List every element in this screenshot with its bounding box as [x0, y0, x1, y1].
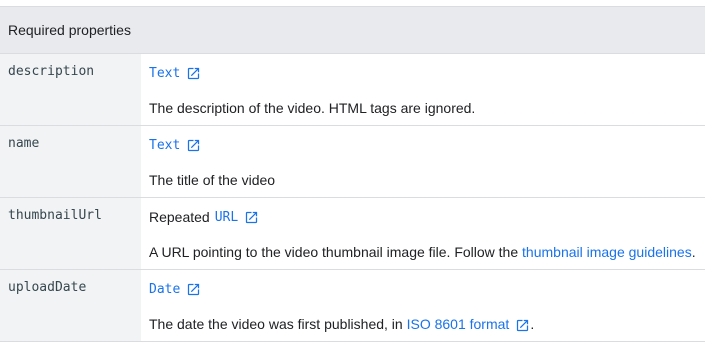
property-description-cell: Text The title of the video — [141, 126, 705, 197]
property-type: Date — [149, 279, 705, 299]
type-link-text[interactable]: URL — [215, 210, 238, 225]
external-link-icon[interactable] — [186, 282, 201, 297]
property-name: name — [0, 126, 141, 197]
property-description-text: A URL pointing to the video thumbnail im… — [149, 242, 705, 262]
iso-8601-link[interactable]: ISO 8601 format — [407, 316, 510, 332]
type-prefix: Repeated — [149, 209, 210, 225]
type-link-text[interactable]: Text — [149, 138, 180, 153]
property-description-text: The title of the video — [149, 172, 276, 188]
external-link-icon[interactable] — [515, 318, 530, 333]
property-description-text: The date the video was first published, … — [149, 314, 705, 334]
property-description-cell: Text The description of the video. HTML … — [141, 54, 705, 125]
property-description-cell: Repeated URL A URL pointing to the video… — [141, 198, 705, 269]
required-properties-table: Required properties description Text The… — [0, 6, 705, 342]
description-text-after: . — [530, 316, 535, 332]
table-row: thumbnailUrl Repeated URL A URL pointing… — [0, 198, 705, 270]
description-text-before: A URL pointing to the video thumbnail im… — [149, 244, 523, 260]
external-link-icon[interactable] — [186, 66, 201, 81]
type-link-text[interactable]: Date — [149, 282, 180, 297]
external-link-icon[interactable] — [244, 210, 259, 225]
property-description-cell: Date The date the video was first publis… — [141, 270, 705, 341]
type-link-text[interactable]: Text — [149, 66, 180, 81]
table-header: Required properties — [0, 7, 705, 54]
table-row: name Text The title of the video — [0, 126, 705, 198]
description-text-after: . — [691, 244, 696, 260]
property-name: description — [0, 54, 141, 125]
table-row: uploadDate Date The date the video was f… — [0, 270, 705, 342]
property-name: thumbnailUrl — [0, 198, 141, 269]
description-text-before: The date the video was first published, … — [149, 316, 407, 332]
property-name: uploadDate — [0, 270, 141, 341]
thumbnail-guidelines-link[interactable]: thumbnail image guidelines — [522, 244, 692, 260]
table-header-title: Required properties — [8, 22, 131, 38]
property-type: Text — [149, 63, 705, 83]
property-type: Repeated URL — [149, 207, 705, 227]
property-description-text: The description of the video. HTML tags … — [149, 100, 476, 116]
table-row: description Text The description of the … — [0, 54, 705, 126]
property-type: Text — [149, 135, 705, 155]
external-link-icon[interactable] — [186, 138, 201, 153]
